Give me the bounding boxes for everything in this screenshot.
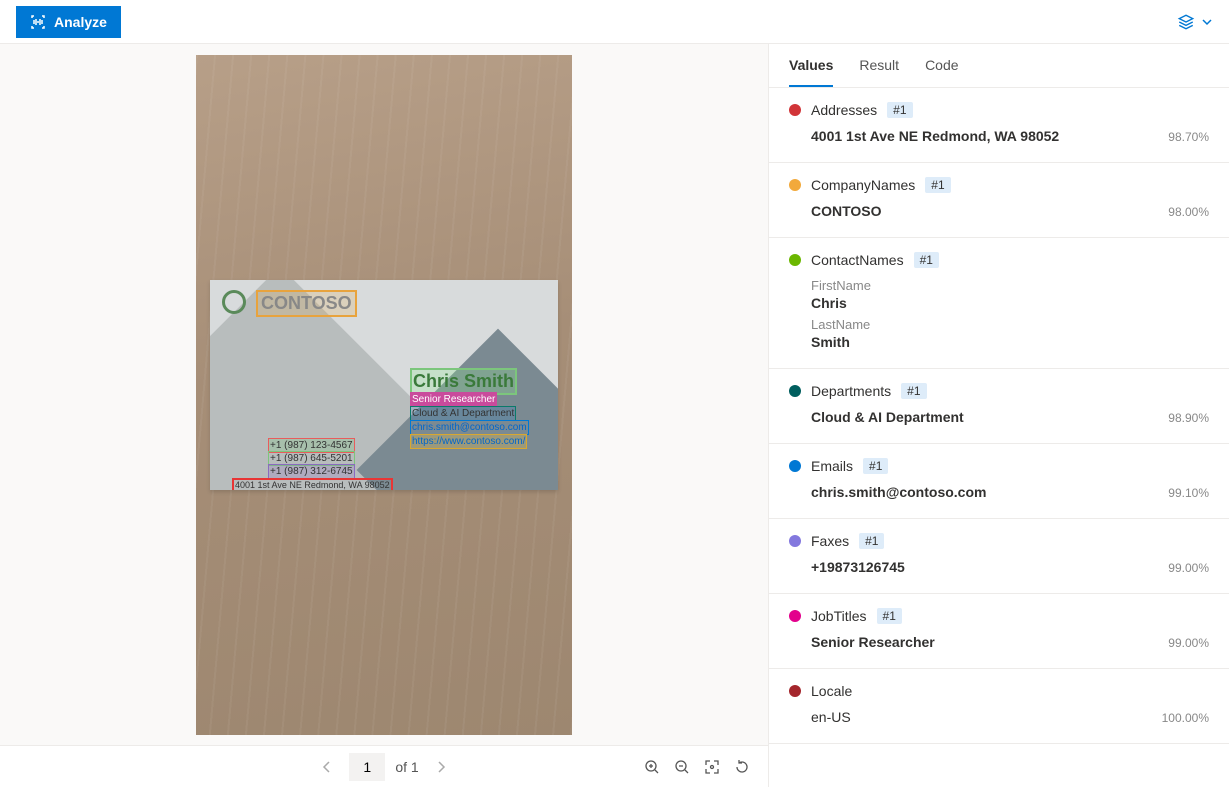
company-logo (222, 290, 246, 314)
count-badge: #1 (887, 102, 912, 118)
highlight-website[interactable]: https://www.contoso.com/ (410, 434, 527, 449)
field-jobtitles[interactable]: JobTitles #1 Senior Researcher 99.00% (769, 594, 1229, 669)
count-badge: #1 (914, 252, 939, 268)
zoom-out-button[interactable] (674, 759, 690, 775)
dot-icon (789, 179, 801, 191)
rotate-button[interactable] (734, 759, 750, 775)
dot-icon (789, 385, 801, 397)
subfield-label: LastName (811, 317, 1209, 332)
chevron-down-icon (1201, 16, 1213, 28)
field-value: chris.smith@contoso.com (811, 484, 986, 500)
field-label: Faxes (811, 533, 849, 549)
field-label: JobTitles (811, 608, 867, 624)
dot-icon (789, 104, 801, 116)
field-label: Locale (811, 683, 852, 699)
dot-icon (789, 254, 801, 266)
field-departments[interactable]: Departments #1 Cloud & AI Department 98.… (769, 369, 1229, 444)
highlight-address[interactable]: 4001 1st Ave NE Redmond, WA 98052 (232, 478, 393, 490)
layers-dropdown[interactable] (1177, 13, 1213, 31)
field-value: en-US (811, 709, 851, 725)
highlight-jobtitle[interactable]: Senior Researcher (410, 392, 497, 407)
subfield-label: FirstName (811, 278, 1209, 293)
subfield-value: Smith (811, 334, 1209, 350)
field-label: CompanyNames (811, 177, 915, 193)
confidence-label: 100.00% (1162, 711, 1209, 725)
field-companynames[interactable]: CompanyNames #1 CONTOSO 98.00% (769, 163, 1229, 238)
field-locale[interactable]: Locale en-US 100.00% (769, 669, 1229, 744)
field-value: 4001 1st Ave NE Redmond, WA 98052 (811, 128, 1059, 144)
field-value: Senior Researcher (811, 634, 935, 650)
count-badge: #1 (901, 383, 926, 399)
field-faxes[interactable]: Faxes #1 +19873126745 99.00% (769, 519, 1229, 594)
dot-icon (789, 460, 801, 472)
confidence-label: 98.90% (1168, 411, 1209, 425)
field-label: ContactNames (811, 252, 904, 268)
highlight-fax[interactable]: +1 (987) 312-6745 (268, 464, 355, 479)
results-list[interactable]: Addresses #1 4001 1st Ave NE Redmond, WA… (769, 88, 1229, 787)
zoom-in-button[interactable] (644, 759, 660, 775)
subfield-value: Chris (811, 295, 1209, 311)
field-value: +19873126745 (811, 559, 905, 575)
tab-code[interactable]: Code (925, 44, 958, 87)
highlight-email[interactable]: chris.smith@contoso.com (410, 420, 529, 435)
page-input[interactable] (349, 753, 385, 781)
field-emails[interactable]: Emails #1 chris.smith@contoso.com 99.10% (769, 444, 1229, 519)
field-value: Cloud & AI Department (811, 409, 964, 425)
dot-icon (789, 685, 801, 697)
field-value: CONTOSO (811, 203, 882, 219)
highlight-department[interactable]: Cloud & AI Department (410, 406, 516, 421)
layers-icon (1177, 13, 1195, 31)
prev-page-button[interactable] (315, 755, 339, 779)
confidence-label: 99.10% (1168, 486, 1209, 500)
document-image[interactable]: CONTOSO Chris Smith Senior Researcher Cl… (196, 55, 572, 735)
next-page-button[interactable] (429, 755, 453, 779)
field-label: Emails (811, 458, 853, 474)
tab-result[interactable]: Result (859, 44, 899, 87)
tab-values[interactable]: Values (789, 44, 833, 87)
count-badge: #1 (877, 608, 902, 624)
analyze-button[interactable]: Analyze (16, 6, 121, 38)
confidence-label: 98.00% (1168, 205, 1209, 219)
dot-icon (789, 610, 801, 622)
count-badge: #1 (859, 533, 884, 549)
field-contactnames[interactable]: ContactNames #1 FirstName Chris LastName… (769, 238, 1229, 369)
confidence-label: 99.00% (1168, 561, 1209, 575)
dot-icon (789, 535, 801, 547)
field-label: Departments (811, 383, 891, 399)
highlight-company[interactable]: CONTOSO (256, 290, 357, 317)
field-addresses[interactable]: Addresses #1 4001 1st Ave NE Redmond, WA… (769, 88, 1229, 163)
analyze-label: Analyze (54, 14, 107, 30)
confidence-label: 98.70% (1168, 130, 1209, 144)
analyze-icon (30, 14, 46, 30)
document-viewer: CONTOSO Chris Smith Senior Researcher Cl… (0, 44, 769, 787)
page-total-label: of 1 (395, 759, 418, 775)
count-badge: #1 (925, 177, 950, 193)
field-label: Addresses (811, 102, 877, 118)
fit-button[interactable] (704, 759, 720, 775)
count-badge: #1 (863, 458, 888, 474)
confidence-label: 99.00% (1168, 636, 1209, 650)
